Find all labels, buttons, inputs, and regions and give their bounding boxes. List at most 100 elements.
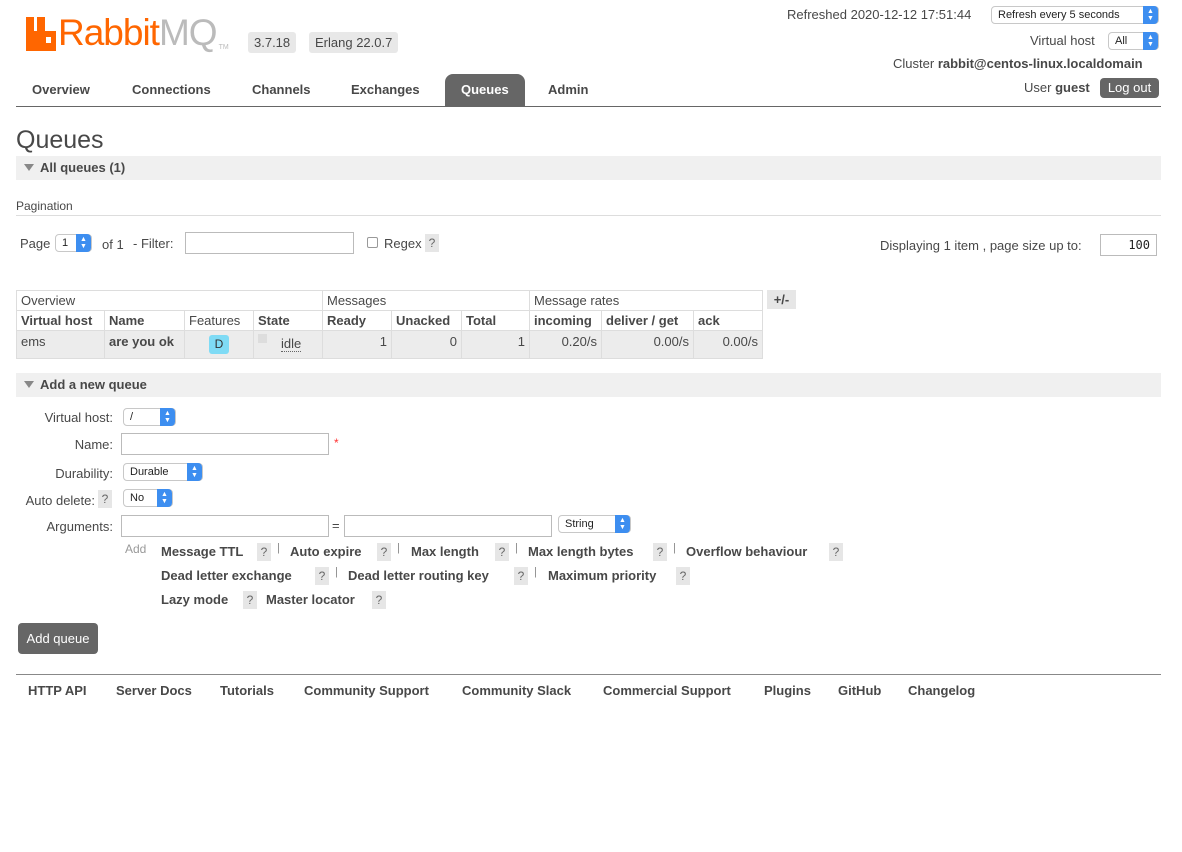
maximum-priority-help-icon[interactable]: ? [676,567,690,585]
separator: | [397,542,400,554]
col-deliver-get[interactable]: deliver / get [601,310,694,331]
arg-link-master-locator[interactable]: Master locator [266,592,355,607]
arg-link-max-length-bytes[interactable]: Max length bytes [528,544,633,559]
queues-table: Overview Messages Message rates Virtual … [16,290,763,359]
tab-overview[interactable]: Overview [16,74,106,106]
argument-type-value: String [565,518,594,530]
max-length-help-icon[interactable]: ? [495,543,509,561]
footer-link-plugins[interactable]: Plugins [764,683,811,698]
max-length-bytes-help-icon[interactable]: ? [653,543,667,561]
group-header-message-rates: Message rates [529,290,763,311]
col-unacked[interactable]: Unacked [391,310,462,331]
auto-expire-help-icon[interactable]: ? [377,543,391,561]
tab-connections[interactable]: Connections [116,74,227,106]
regex-help-icon[interactable]: ? [425,234,439,252]
toggle-columns-button[interactable]: +/- [767,290,796,309]
all-queues-section-toggle[interactable]: All queues (1) [16,156,1161,180]
arguments-field-label: Arguments: [46,519,113,534]
auto-delete-help-icon[interactable]: ? [98,490,112,508]
col-ready[interactable]: Ready [322,310,392,331]
state-text: idle [281,336,302,352]
tab-exchanges[interactable]: Exchanges [335,74,436,106]
arg-link-dead-letter-routing-key[interactable]: Dead letter routing key [348,568,489,583]
select-arrows-icon: ▲ ▼ [160,408,175,426]
vhost-field-label: Virtual host: [44,410,113,425]
collapse-triangle-icon [24,164,34,171]
tab-channels[interactable]: Channels [236,74,327,106]
collapse-triangle-icon [24,381,34,388]
footer-link-github[interactable]: GitHub [838,683,881,698]
message-ttl-help-icon[interactable]: ? [257,543,271,561]
select-arrows-icon: ▲ ▼ [76,234,91,252]
arg-link-message-ttl[interactable]: Message TTL [161,544,243,559]
footer-link-community-support[interactable]: Community Support [304,683,429,698]
page-select-value: 1 [62,237,69,249]
footer-link-community-slack[interactable]: Community Slack [462,683,571,698]
displaying-info: Displaying 1 item , page size up to: [880,238,1082,253]
rabbitmq-logo[interactable]: RabbitMQ TM [26,14,241,54]
durability-select[interactable]: Durable ▲ ▼ [123,463,203,481]
footer-link-changelog[interactable]: Changelog [908,683,975,698]
new-queue-vhost-select[interactable]: / ▲ ▼ [123,408,176,426]
tab-queues[interactable]: Queues [445,74,525,106]
vhost-select-value: All [1115,35,1128,47]
add-queue-section-toggle[interactable]: Add a new queue [16,373,1161,397]
cluster-name: rabbit@centos-linux.localdomain [937,56,1143,71]
regex-label: Regex [384,236,422,251]
page-select[interactable]: 1 ▲ ▼ [55,234,92,252]
argument-key-input[interactable] [121,515,329,537]
vhost-select[interactable]: All ▲ ▼ [1108,32,1159,50]
dead-letter-routing-key-help-icon[interactable]: ? [514,567,528,585]
add-label: Add [125,542,147,556]
arg-link-maximum-priority[interactable]: Maximum priority [548,568,656,583]
master-locator-help-icon[interactable]: ? [372,591,386,609]
required-mark: * [334,436,339,450]
dead-letter-exchange-help-icon[interactable]: ? [315,567,329,585]
arg-link-max-length[interactable]: Max length [411,544,479,559]
col-state[interactable]: State [253,310,323,331]
footer-divider [16,674,1161,675]
argument-value-input[interactable] [344,515,552,537]
separator: | [534,566,537,578]
auto-delete-select[interactable]: No ▲ ▼ [123,489,173,507]
cell-unacked: 0 [391,330,462,359]
add-queue-button[interactable]: Add queue [18,623,98,654]
filter-input[interactable] [185,232,354,254]
queue-name-link[interactable]: are you ok [104,330,185,359]
refresh-interval-value: Refresh every 5 seconds [998,9,1120,21]
footer-link-commercial-support[interactable]: Commercial Support [603,683,731,698]
regex-checkbox[interactable] [367,237,378,248]
arg-link-auto-expire[interactable]: Auto expire [290,544,362,559]
footer-link-tutorials[interactable]: Tutorials [220,683,274,698]
page-label: Page [20,236,51,251]
separator: | [515,542,518,554]
version-badge: 3.7.18 [248,32,297,53]
col-ack[interactable]: ack [693,310,763,331]
page-size-input[interactable]: 100 [1100,234,1157,256]
col-incoming[interactable]: incoming [529,310,602,331]
arg-link-overflow-behaviour[interactable]: Overflow behaviour [686,544,807,559]
tab-admin[interactable]: Admin [532,74,604,106]
refresh-interval-select[interactable]: Refresh every 5 seconds ▲ ▼ [991,6,1159,24]
col-name[interactable]: Name [104,310,185,331]
select-arrows-icon: ▲ ▼ [157,489,172,507]
col-features: Features [184,310,254,331]
rabbitmq-logo-icon [26,17,56,51]
select-arrows-icon: ▲ ▼ [187,463,202,481]
queue-name-input[interactable] [121,433,329,455]
argument-type-select[interactable]: String ▲ ▼ [558,515,631,533]
footer-link-server-docs[interactable]: Server Docs [116,683,192,698]
arg-link-lazy-mode[interactable]: Lazy mode [161,592,228,607]
vhost-label: Virtual host [1030,33,1095,48]
overflow-behaviour-help-icon[interactable]: ? [829,543,843,561]
footer-link-http-api[interactable]: HTTP API [28,683,87,698]
col-virtual-host[interactable]: Virtual host [16,310,105,331]
arg-link-dead-letter-exchange[interactable]: Dead letter exchange [161,568,292,583]
separator: | [335,566,338,578]
lazy-mode-help-icon[interactable]: ? [243,591,257,609]
name-field-label: Name: [74,437,113,452]
col-total[interactable]: Total [461,310,530,331]
logo-trademark: TM [218,44,229,51]
cell-features: D [184,330,254,359]
auto-delete-field-label: Auto delete: [25,493,95,508]
